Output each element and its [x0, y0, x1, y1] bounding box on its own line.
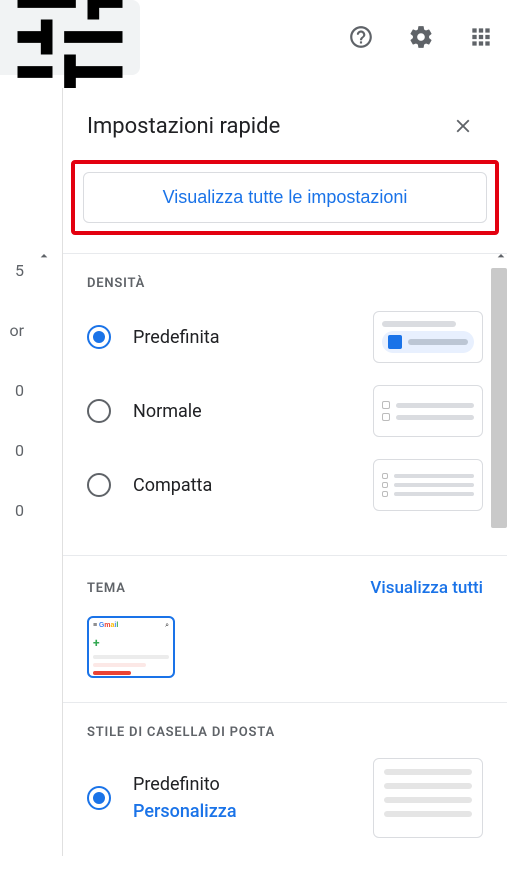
theme-section: TEMA Visualizza tutti ≡ Gmail ⌕ + [63, 555, 507, 702]
section-title: TEMA [87, 581, 126, 596]
radio-unselected[interactable] [87, 473, 111, 497]
chevron-up-icon [493, 248, 509, 264]
gear-icon [408, 24, 434, 50]
panel-title: Impostazioni rapide [87, 114, 280, 139]
close-icon [452, 115, 474, 137]
theme-view-all-link[interactable]: Visualizza tutti [370, 578, 483, 598]
inbox-preview-default [373, 758, 483, 838]
option-label: Compatta [133, 475, 212, 496]
inbox-style-option-default[interactable]: Predefinito Personalizza [87, 758, 483, 838]
density-option-default[interactable]: Predefinita [87, 309, 483, 365]
left-number: or [0, 300, 28, 360]
section-title: DENSITÀ [87, 276, 145, 291]
apps-icon [468, 24, 494, 50]
radio-selected[interactable] [87, 325, 111, 349]
chevron-up-icon [36, 248, 52, 264]
density-section: DENSITÀ Predefinita Normale [63, 253, 507, 555]
density-preview-compact [373, 459, 483, 511]
density-option-normal[interactable]: Normale [87, 383, 483, 439]
option-label: Normale [133, 401, 202, 422]
panel-scroll-up[interactable] [493, 248, 509, 268]
help-button[interactable] [341, 17, 381, 57]
left-number: 5 [0, 240, 28, 300]
left-scroll-up[interactable] [36, 248, 52, 268]
scrollbar-thumb[interactable] [491, 268, 507, 528]
customize-link[interactable]: Personalizza [133, 801, 237, 822]
help-icon [348, 24, 374, 50]
density-option-compact[interactable]: Compatta [87, 457, 483, 513]
left-number: 0 [0, 360, 28, 420]
quick-settings-panel: Impostazioni rapide Visualizza tutte le … [62, 88, 507, 856]
settings-button[interactable] [401, 17, 441, 57]
highlight-box: Visualizza tutte le impostazioni [71, 160, 499, 235]
density-preview-normal [373, 385, 483, 437]
left-number: 0 [0, 420, 28, 480]
close-button[interactable] [443, 106, 483, 146]
inbox-style-section: STILE DI CASELLA DI POSTA Predefinito Pe… [63, 702, 507, 880]
view-all-settings-button[interactable]: Visualizza tutte le impostazioni [83, 172, 487, 223]
left-numbers-column: 5 or 0 0 0 [0, 240, 28, 540]
apps-button[interactable] [461, 17, 501, 57]
section-title: STILE DI CASELLA DI POSTA [87, 725, 275, 740]
option-label: Predefinita [133, 327, 220, 348]
left-number: 0 [0, 480, 28, 540]
theme-thumbnail-selected[interactable]: ≡ Gmail ⌕ + [87, 616, 175, 678]
tune-button[interactable] [0, 0, 140, 75]
density-preview-default [373, 311, 483, 363]
radio-selected[interactable] [87, 786, 111, 810]
radio-unselected[interactable] [87, 399, 111, 423]
option-label: Predefinito [133, 774, 237, 795]
